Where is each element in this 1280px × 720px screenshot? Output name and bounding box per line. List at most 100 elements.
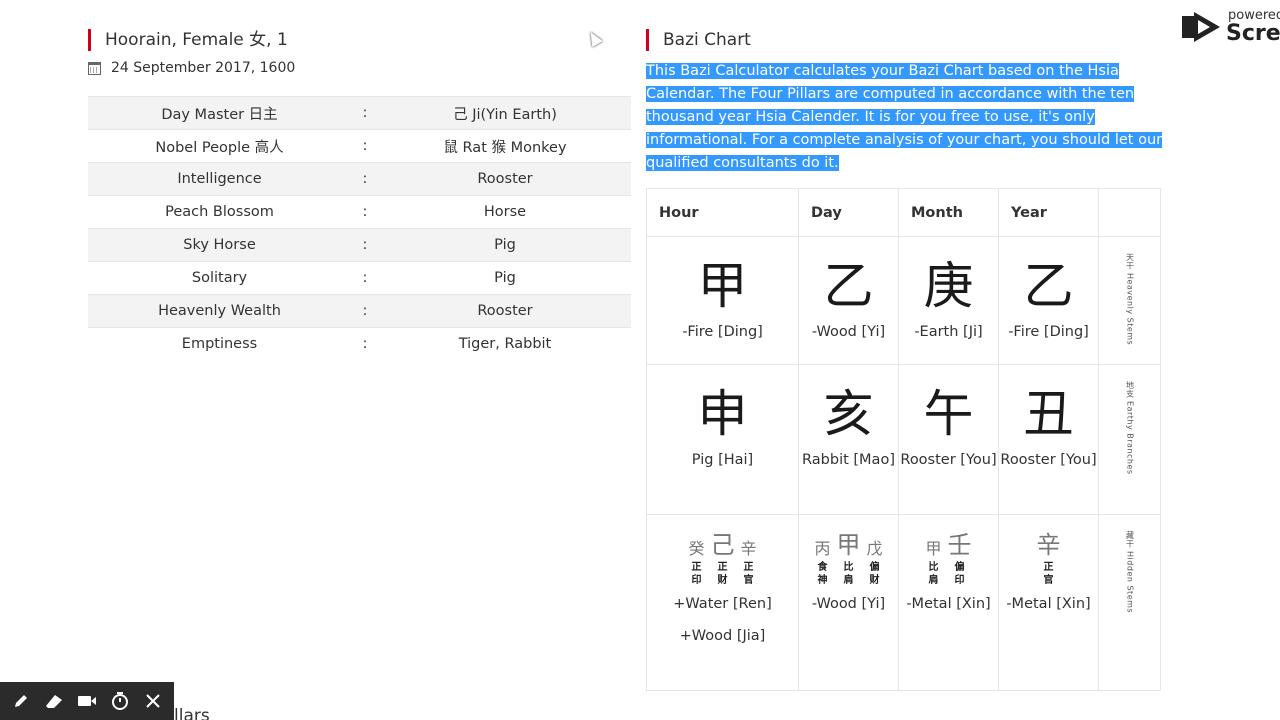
attribute-row: Heavenly Wealth: Rooster: [88, 294, 631, 328]
branch-cell-label: 地支 Earthy Branches: [1125, 381, 1135, 475]
branch-cell: 申 Pig [Hai]: [646, 364, 799, 515]
attribute-row: Emptiness: Tiger, Rabbit: [88, 327, 631, 361]
hidden-stem-text: +Water [Ren]: [673, 596, 772, 612]
ten-god-label: 正财: [717, 562, 728, 586]
branch-cell-character: 午: [923, 385, 974, 443]
branch-cell-character: 丑: [1023, 385, 1074, 443]
stem-cell-label: 天干 Heavenly Stems: [1125, 253, 1135, 346]
bazi-title: Bazi Chart: [646, 29, 751, 51]
profile-title: Hoorain, Female 女, 1: [88, 29, 288, 51]
hidden-stem-character: 壬: [947, 531, 972, 559]
close-icon[interactable]: [141, 689, 165, 713]
stem-cell-character: 庚: [923, 257, 974, 315]
profile-title-text: Hoorain, Female 女, 1: [105, 30, 288, 50]
branch-cell-character: 亥: [823, 385, 874, 443]
attribute-label: Peach Blossom: [88, 195, 351, 229]
attribute-label: Sky Horse: [88, 228, 351, 262]
hidden-stem-group: 辛正官: [999, 532, 1098, 587]
attribute-separator: :: [351, 228, 379, 262]
attribute-label: Day Master 日主: [88, 96, 351, 130]
hidden-stem: 甲比肩: [837, 532, 861, 587]
hidden-stems-row: 癸正印己正财辛正官 +Water [Ren] +Wood [Jia] 丙食神甲比肩戊偏…: [646, 514, 1161, 691]
branch-cell-text: Rooster [You]: [900, 452, 997, 468]
stem-cell-text: -Wood [Yi]: [811, 324, 886, 340]
mouse-cursor-icon: [585, 28, 603, 48]
attribute-value: 鼠 Rat 猴 Monkey: [379, 129, 631, 163]
hidden-stem-character: 己: [710, 531, 735, 559]
branch-cell: 午 Rooster [You]: [898, 364, 999, 515]
attribute-separator: :: [351, 129, 379, 163]
hidden-stem: 癸正印: [688, 540, 704, 587]
attribute-value: Rooster: [379, 162, 631, 196]
stem-cell: 乙 -Fire [Ding]: [998, 236, 1099, 365]
hidden-stem-text: +Wood [Jia]: [679, 628, 766, 644]
attribute-value: Tiger, Rabbit: [379, 327, 631, 361]
hidden-stem-cell: 甲比肩壬偏印 -Metal [Xin]: [898, 514, 999, 691]
attribute-separator: :: [351, 195, 379, 229]
branch-cell-text: Pig [Hai]: [691, 452, 754, 468]
hidden-stem-text: -Metal [Xin]: [1006, 596, 1091, 612]
attribute-separator: :: [351, 96, 379, 130]
hidden-stem-label-cell: 藏干 Hidden Stems: [1098, 514, 1161, 691]
branch-cell-text: Rabbit [Mao]: [802, 452, 895, 468]
hidden-stem-character: 辛: [1036, 531, 1061, 559]
camera-icon[interactable]: [75, 689, 99, 713]
column-header-empty: [1098, 188, 1161, 237]
attribute-row: Sky Horse: Pig: [88, 228, 631, 262]
column-header-year: Year: [998, 188, 1099, 237]
attribute-value: Rooster: [379, 294, 631, 328]
earthly-branches-row: 申 Pig [Hai] 亥 Rabbit [Mao] 午 Rooster [You] 丑 Ro…: [646, 364, 1161, 515]
stem-cell-text: -Fire [Ding]: [1008, 324, 1089, 340]
bazi-title-text: Bazi Chart: [663, 30, 751, 50]
eraser-icon[interactable]: [42, 689, 66, 713]
attribute-row: Intelligence: Rooster: [88, 162, 631, 196]
pencil-icon[interactable]: [9, 689, 33, 713]
selected-description-text: This Bazi Calculator calculates your Baz…: [646, 63, 1163, 171]
hidden-stem-cell: 辛正官 -Metal [Xin]: [998, 514, 1099, 691]
ten-god-label: 正官: [1043, 562, 1054, 586]
attribute-row: Peach Blossom: Horse: [88, 195, 631, 229]
attribute-row: Nobel People 高人: 鼠 Rat 猴 Monkey: [88, 129, 631, 163]
ten-god-label: 正印: [691, 562, 702, 586]
attribute-value: Pig: [379, 228, 631, 262]
stem-cell: 庚 -Earth [Ji]: [898, 236, 999, 365]
attribute-label: Intelligence: [88, 162, 351, 196]
hidden-stem-group: 丙食神甲比肩戊偏财: [799, 532, 898, 587]
attributes-table: Day Master 日主: 己 Ji(Yin Earth) Nobel Peopl…: [88, 96, 631, 361]
stem-cell-text: -Fire [Ding]: [682, 324, 763, 340]
hidden-stem-character: 甲: [836, 531, 861, 559]
brand-name: Scree: [1226, 21, 1280, 46]
attribute-value: Horse: [379, 195, 631, 229]
timer-icon[interactable]: [108, 689, 132, 713]
attribute-label: Heavenly Wealth: [88, 294, 351, 328]
bazi-chart-table: Hour Day Month Year 甲 -Fire [Ding] 乙 -Wood …: [646, 188, 1161, 691]
attribute-label: Emptiness: [88, 327, 351, 361]
ten-god-label: 比肩: [928, 562, 939, 586]
hidden-stem-character: 辛: [740, 539, 757, 558]
column-header-day: Day: [798, 188, 899, 237]
screencast-logo-icon: [1182, 12, 1220, 42]
ten-god-label: 偏财: [869, 562, 880, 586]
stem-cell-character: 乙: [823, 257, 874, 315]
attribute-label: Nobel People 高人: [88, 129, 351, 163]
hidden-stem-character: 丙: [814, 539, 831, 558]
attribute-label: Solitary: [88, 261, 351, 295]
hidden-stem-text: -Wood [Yi]: [811, 596, 886, 612]
hidden-stem-character: 癸: [688, 539, 705, 558]
screencast-branding: powered Scree: [1180, 4, 1280, 48]
hidden-stem: 辛正官: [1037, 532, 1061, 587]
stem-cell-label-cell: 天干 Heavenly Stems: [1098, 236, 1161, 365]
ten-god-label: 比肩: [843, 562, 854, 586]
next-section-heading: llars: [174, 706, 210, 720]
attribute-value: Pig: [379, 261, 631, 295]
stem-cell-text: -Earth [Ji]: [914, 324, 983, 340]
branch-cell-label-cell: 地支 Earthy Branches: [1098, 364, 1161, 515]
attribute-separator: :: [351, 162, 379, 196]
column-header-hour: Hour: [646, 188, 799, 237]
recording-toolbar: [0, 682, 174, 720]
hidden-stem-group: 癸正印己正财辛正官: [647, 531, 798, 587]
hidden-stem-character: 甲: [925, 539, 942, 558]
hidden-stem-character: 戊: [866, 539, 883, 558]
attribute-separator: :: [351, 294, 379, 328]
hidden-stem-cell: 癸正印己正财辛正官 +Water [Ren] +Wood [Jia]: [646, 514, 799, 691]
